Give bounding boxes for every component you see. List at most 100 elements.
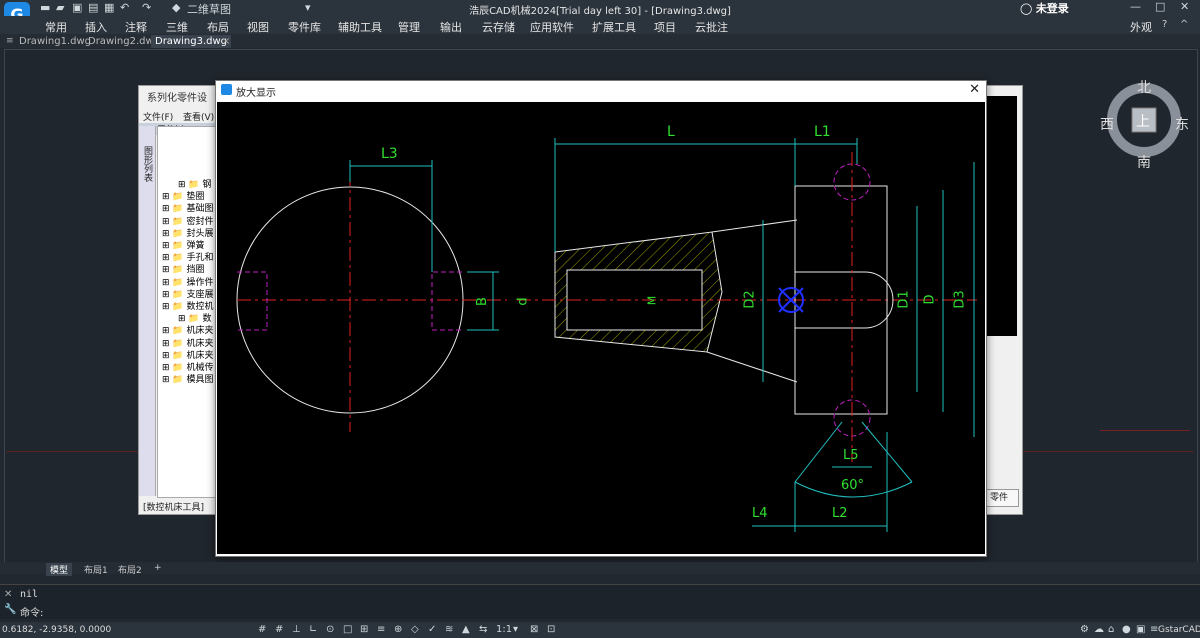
status-tray-icon[interactable]: ●	[1122, 624, 1131, 635]
tree-item[interactable]: ⊞ 📁 垫圈	[162, 189, 204, 202]
status-toggle-icon[interactable]: ▾	[513, 624, 518, 635]
menu-view[interactable]: 查看(V)	[183, 110, 214, 123]
tree-item[interactable]: ⊞ 📁 密封件	[162, 214, 213, 227]
help-icon[interactable]: ?	[1162, 19, 1167, 30]
tree-item[interactable]: ⊞ 📁 模具图	[162, 372, 213, 385]
viewcube-north[interactable]: 北	[1137, 77, 1151, 97]
status-toggle-icon[interactable]: ⊕	[394, 624, 402, 635]
menu-1[interactable]: 常用	[45, 19, 67, 35]
tab-menu-icon[interactable]: ≡	[6, 36, 14, 46]
status-toggle-icon[interactable]: ◇	[411, 624, 419, 635]
tree-item[interactable]: ⊞ 📁 基础图	[162, 201, 213, 214]
menu-2[interactable]: 插入	[85, 19, 107, 35]
folder-icon: ⊞ 📁	[162, 375, 187, 386]
status-tray-icon[interactable]: ☁	[1094, 624, 1104, 635]
status-toggle-icon[interactable]: ✓	[428, 624, 436, 635]
close-command-icon[interactable]: ✕	[4, 589, 12, 600]
document-tab[interactable]: Drawing3.dwg	[151, 35, 231, 48]
login-button[interactable]: ◯ 未登录	[1020, 0, 1069, 16]
menu-6[interactable]: 视图	[247, 19, 269, 35]
brand-label: GstarCAD	[1158, 625, 1200, 635]
menu-13[interactable]: 扩展工具	[592, 19, 636, 35]
tree-item[interactable]: ⊞ 📁 机床夹	[162, 348, 213, 361]
status-toggle-icon[interactable]: #	[275, 624, 283, 635]
dim-label-L: L	[667, 124, 675, 140]
menu-15[interactable]: 云批注	[695, 19, 728, 35]
layout-tab[interactable]: 布局2	[114, 563, 146, 576]
tree-item[interactable]: ⊞ 📁 数控机	[162, 299, 213, 312]
command-prompt[interactable]: 命令:	[20, 604, 43, 619]
layout-tab[interactable]: 布局1	[80, 563, 112, 576]
status-toggle-icon[interactable]: #	[258, 624, 266, 635]
zoom-display-dialog[interactable]: 放大显示 ✕ L3 B d M L L1 D2 D1 D D3 L5 60° L…	[215, 80, 987, 557]
layout-tab[interactable]: +	[150, 563, 166, 573]
command-history: nil	[20, 589, 39, 600]
dialog-logo-icon	[221, 84, 232, 95]
dim-label-d: d	[515, 297, 531, 306]
appearance-menu[interactable]: 外观	[1130, 19, 1152, 35]
tree-item[interactable]: ⊞ 📁 支座展	[162, 287, 213, 300]
menu-4[interactable]: 三维	[166, 19, 188, 35]
tree-item[interactable]: ⊞ 📁 手孔和	[162, 250, 213, 263]
status-toggle-icon[interactable]: ⊡	[547, 624, 555, 635]
viewcube-south[interactable]: 南	[1137, 152, 1151, 172]
tree-item[interactable]: ⊞ 📁 钢	[178, 177, 211, 190]
ribbon-toggle-icon[interactable]: ^	[1180, 19, 1188, 30]
menu-8[interactable]: 辅助工具	[338, 19, 382, 35]
status-toggle-icon[interactable]: ⊞	[360, 624, 368, 635]
status-tray-icon[interactable]: ⚙	[1080, 624, 1089, 635]
status-toggle-icon[interactable]: ∟	[309, 624, 317, 635]
tree-item[interactable]: ⊞ 📁 操作件	[162, 275, 213, 288]
status-toggle-icon[interactable]: ≋	[445, 624, 453, 635]
tree-item[interactable]: ⊞ 📁 机床夹	[162, 323, 213, 336]
zoom-dialog-title: 放大显示	[236, 88, 276, 99]
status-toggle-icon[interactable]: ⊠	[530, 624, 538, 635]
side-tab[interactable]: 图形列表	[139, 126, 156, 496]
menu-14[interactable]: 项目	[654, 19, 676, 35]
viewcube-top[interactable]: 上	[1136, 111, 1150, 131]
minimize-button[interactable]: —	[1130, 0, 1141, 13]
tree-item-label: 模具图	[186, 375, 214, 386]
status-toggle-icon[interactable]: ▲	[462, 624, 470, 635]
close-button[interactable]: ✕	[1180, 0, 1189, 13]
coordinate-readout: 0.6182, -2.9358, 0.0000	[2, 625, 112, 635]
tree-item[interactable]: ⊞ 📁 弹簧	[162, 238, 204, 251]
dim-label-L4: L4	[752, 506, 768, 521]
status-toggle-icon[interactable]: ⊥	[292, 624, 301, 635]
status-tray-icon[interactable]: ▣	[1136, 624, 1145, 635]
tab-close-icon[interactable]: ×	[222, 36, 230, 47]
menu-11[interactable]: 云存储	[482, 19, 515, 35]
tree-item[interactable]: ⊞ 📁 机床夹	[162, 336, 213, 349]
menu-7[interactable]: 零件库	[288, 19, 321, 35]
tree-item[interactable]: ⊞ 📁 封头展	[162, 226, 213, 239]
login-label: 未登录	[1035, 2, 1069, 15]
menu-10[interactable]: 输出	[440, 19, 462, 35]
command-line[interactable]: ✕ 🔧 nil 命令:	[0, 584, 1200, 619]
status-toggle-icon[interactable]: □	[343, 624, 352, 635]
dim-label-D1: D1	[896, 290, 912, 309]
maximize-button[interactable]: □	[1155, 0, 1165, 13]
status-toggle-icon[interactable]: 1:1	[496, 624, 512, 635]
zoom-close-button[interactable]: ✕	[969, 82, 980, 97]
menu-3[interactable]: 注释	[125, 19, 147, 35]
command-settings-icon[interactable]: 🔧	[4, 604, 16, 615]
dim-label-angle: 60°	[841, 478, 865, 493]
menu-5[interactable]: 布局	[207, 19, 229, 35]
viewcube-west[interactable]: 西	[1100, 114, 1114, 134]
status-toggle-icon[interactable]: ⊙	[326, 624, 334, 635]
menu-9[interactable]: 管理	[398, 19, 420, 35]
layout-tab[interactable]: 模型	[46, 563, 73, 576]
status-toggle-icon[interactable]: ⇆	[479, 624, 487, 635]
menu-file[interactable]: 文件(F)	[143, 110, 173, 123]
dim-label-D: D	[922, 294, 938, 305]
status-tray-icon[interactable]: ⌂	[1108, 624, 1114, 635]
menu-12[interactable]: 应用软件	[530, 19, 574, 35]
part-tree[interactable]: ⊞ 📁 钢 ⊞ 📁 垫圈 ⊞ 📁 基础图 ⊞ 📁 密封件 ⊞ 📁 封头展 ⊞ 📁 弹簧 ⊞ …	[157, 126, 221, 498]
viewcube-east[interactable]: 东	[1175, 114, 1189, 134]
status-toggle-icon[interactable]: ≡	[377, 624, 385, 635]
tree-item[interactable]: ⊞ 📁 数	[178, 311, 211, 324]
document-tab[interactable]: Drawing1.dwg	[15, 35, 95, 48]
status-bar	[0, 622, 1200, 638]
tree-item[interactable]: ⊞ 📁 挡圈	[162, 262, 204, 275]
tree-item[interactable]: ⊞ 📁 机械传	[162, 360, 213, 373]
